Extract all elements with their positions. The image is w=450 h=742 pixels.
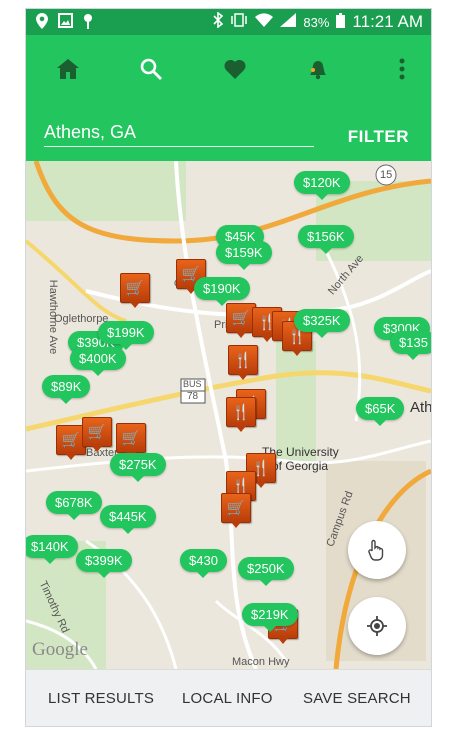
hawthorne-label: Hawthorne Ave: [47, 279, 60, 355]
oglethorpe-label: Oglethorpe: [54, 313, 109, 325]
price-pin[interactable]: $250K: [238, 557, 294, 586]
price-pin[interactable]: $140K: [26, 535, 78, 564]
battery-percent: 83%: [303, 14, 330, 30]
bottom-action-bar: LIST RESULTS LOCAL INFO SAVE SEARCH: [26, 669, 431, 726]
save-search-button[interactable]: SAVE SEARCH: [303, 690, 411, 707]
location-input[interactable]: Athens, GA: [44, 121, 136, 143]
crosshair-icon: [367, 616, 387, 636]
heart-icon[interactable]: [219, 53, 251, 85]
phone-screen: 83% 11:21 AM Athens, GA FILTER 15 BUS 78…: [25, 8, 432, 727]
wifi-icon: [255, 13, 274, 31]
price-pin[interactable]: $190K: [194, 277, 250, 306]
price-pin[interactable]: $120K: [294, 171, 350, 200]
price-pin[interactable]: $430: [180, 549, 227, 578]
price-pin[interactable]: $275K: [110, 453, 166, 482]
map-view[interactable]: 15 BUS 78 oulevard Oglethorpe Prince Ave…: [26, 161, 431, 669]
price-pin[interactable]: $400K: [70, 347, 126, 376]
price-pin[interactable]: $445K: [100, 505, 156, 534]
price-pin[interactable]: $135: [390, 331, 431, 360]
local-info-button[interactable]: LOCAL INFO: [182, 690, 273, 707]
my-location-button[interactable]: [348, 597, 406, 655]
bluetooth-icon: [213, 11, 224, 32]
macon-label: Macon Hwy: [232, 656, 290, 668]
hand-pointer-icon: [368, 539, 384, 561]
pin-icon: [83, 13, 93, 33]
shopping-cart-icon[interactable]: 🛒: [82, 417, 112, 452]
image-icon: [58, 13, 73, 33]
location-underline: [44, 146, 314, 147]
signal-icon: [280, 13, 297, 31]
app-bar: Athens, GA FILTER: [26, 35, 431, 161]
shopping-cart-icon[interactable]: 🛒: [221, 493, 251, 528]
university-label-2: of Georgia: [272, 459, 329, 473]
vibrate-icon: [230, 13, 248, 31]
filter-button[interactable]: FILTER: [348, 127, 409, 147]
restaurant-icon[interactable]: 🍴: [226, 397, 256, 432]
list-results-button[interactable]: LIST RESULTS: [48, 690, 154, 707]
city-label: Ath: [410, 399, 431, 416]
price-pin[interactable]: $325K: [294, 309, 350, 338]
search-icon[interactable]: [135, 53, 167, 85]
bell-icon[interactable]: [302, 53, 334, 85]
price-pin[interactable]: $678K: [46, 491, 102, 520]
price-pin[interactable]: $156K: [298, 225, 354, 254]
top-toolbar: [26, 35, 431, 101]
price-pin[interactable]: $65K: [356, 397, 405, 426]
clock: 11:21 AM: [352, 12, 423, 31]
route-78-label: 78: [187, 391, 199, 402]
more-vert-icon[interactable]: [386, 53, 418, 85]
draw-gesture-button[interactable]: [348, 521, 406, 579]
price-pin[interactable]: $219K: [242, 603, 298, 632]
google-logo: Google: [32, 639, 88, 660]
bus-label: BUS: [183, 379, 202, 389]
home-icon[interactable]: [52, 53, 84, 85]
location-icon: [36, 13, 48, 33]
price-pin[interactable]: $199K: [98, 321, 154, 350]
shopping-cart-icon[interactable]: 🛒: [116, 423, 146, 458]
price-pin[interactable]: $89K: [42, 375, 91, 404]
shopping-cart-icon[interactable]: 🛒: [120, 273, 150, 308]
status-bar: 83% 11:21 AM: [26, 9, 431, 35]
price-pin[interactable]: $159K: [216, 241, 272, 270]
price-pin[interactable]: $399K: [76, 549, 132, 578]
restaurant-icon[interactable]: 🍴: [228, 345, 258, 380]
route-15-label: 15: [380, 169, 393, 181]
battery-icon: [336, 12, 346, 32]
